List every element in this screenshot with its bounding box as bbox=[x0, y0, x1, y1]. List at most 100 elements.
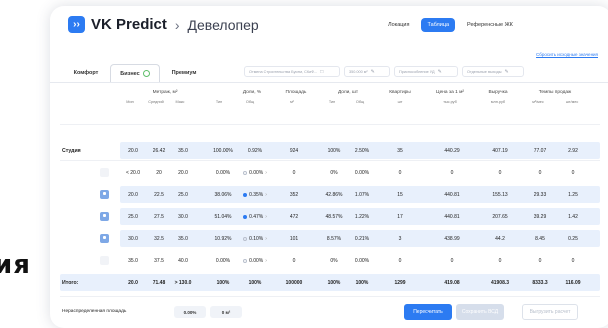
filter-field[interactable]: 350.000 м² ✎ bbox=[344, 66, 390, 77]
table-cell: 26.42 bbox=[148, 142, 170, 159]
table-cell: 30.0 bbox=[172, 208, 194, 225]
radio-icon[interactable] bbox=[243, 192, 248, 197]
save-button[interactable]: Сохранить ВСД bbox=[456, 304, 504, 320]
cell-value: 0 bbox=[292, 257, 296, 264]
cell-value: 30.0 bbox=[128, 235, 138, 242]
table-cell: 41908.3 bbox=[486, 274, 514, 291]
table-cell: 1299 bbox=[390, 274, 410, 291]
row-checkbox[interactable] bbox=[100, 212, 109, 221]
reset-defaults-link[interactable]: Сбросить исходные значения bbox=[536, 52, 598, 57]
cell-value: 924 bbox=[289, 147, 299, 154]
table-cell: 71.48 bbox=[148, 274, 170, 291]
filter-label: 350.000 м² bbox=[349, 69, 368, 74]
chevron-right-icon[interactable]: › bbox=[265, 170, 267, 176]
cell-value: 0 bbox=[571, 257, 575, 264]
table-cell: 0.00% bbox=[210, 164, 236, 181]
unallocated-area: 0 м² bbox=[210, 306, 242, 318]
view-switcher: Локация Таблица Референсные ЖК bbox=[382, 18, 519, 32]
view-tab-reference[interactable]: Референсные ЖК bbox=[461, 18, 519, 32]
table-cell: 0.00% › bbox=[240, 164, 270, 181]
column-group-header: Доли, шт bbox=[337, 90, 359, 95]
table-cell: 0.00% bbox=[350, 164, 374, 181]
table-cell: 438.99 bbox=[438, 230, 466, 247]
table-row[interactable]: 25.0 27.5 30.0 51.04% 0.47% › 472 48.57% 1.22% 17… bbox=[60, 208, 600, 225]
filter-field[interactable]: Отмена Строительства Бусем, СКиФ... □ bbox=[244, 66, 340, 77]
row-checkbox[interactable] bbox=[100, 190, 109, 199]
table-cell: 0 bbox=[528, 164, 552, 181]
tab-business[interactable]: Бизнес bbox=[110, 64, 160, 82]
cell-value: 20 bbox=[156, 169, 162, 176]
table-row[interactable]: < 20.0 20 20.0 0.00% 0.00% › 0 0% 0.00% 0 0 0 0 0 bbox=[60, 164, 600, 181]
cell-value: 0.00% bbox=[354, 257, 370, 264]
radio-icon[interactable] bbox=[243, 214, 248, 219]
export-button[interactable]: Выгрузить расчет bbox=[522, 304, 578, 320]
cell-value: 39.29 bbox=[533, 213, 547, 220]
table-row[interactable]: Студия 20.0 26.42 35.0 100.00% 0.92% 924 100% 2.… bbox=[60, 142, 600, 159]
radio-icon[interactable] bbox=[243, 236, 248, 241]
table-cell: 15 bbox=[390, 186, 410, 203]
column-group-header: Выручка bbox=[488, 90, 508, 95]
row-checkbox[interactable] bbox=[100, 234, 109, 243]
table-cell: 440.29 bbox=[438, 142, 466, 159]
table-cell: 0 bbox=[282, 252, 306, 269]
table-cell: 0.47% › bbox=[240, 208, 270, 225]
pencil-icon: ✎ bbox=[504, 68, 509, 75]
filter-field[interactable]: Отдельные выходы ✎ bbox=[462, 66, 524, 77]
cell-value: 26.42 bbox=[152, 147, 166, 154]
chevron-right-icon: › bbox=[174, 16, 180, 33]
table-cell: 0.92% bbox=[240, 142, 270, 159]
vk-predict-logo-icon: ›› bbox=[68, 16, 85, 33]
column-subheader: млн.руб bbox=[490, 100, 506, 104]
cell-value: 2.92 bbox=[568, 147, 578, 154]
divider bbox=[60, 124, 600, 125]
row-checkbox[interactable] bbox=[100, 168, 109, 177]
table-row[interactable]: 20.0 22.5 25.0 38.06% 0.35% › 352 42.86% 1.07% 15… bbox=[60, 186, 600, 203]
tab-premium[interactable]: Премиум bbox=[160, 64, 208, 81]
chevron-right-icon[interactable]: › bbox=[265, 214, 267, 220]
tab-label: Бизнес bbox=[120, 70, 140, 77]
table-cell: 100% bbox=[322, 274, 346, 291]
view-tab-table[interactable]: Таблица bbox=[421, 18, 456, 32]
cell-value: 44.2 bbox=[495, 235, 505, 242]
cell-value: 0.47% bbox=[249, 213, 264, 220]
cell-value: 100% bbox=[355, 279, 369, 286]
cell-value: 0% bbox=[330, 257, 338, 264]
cell-value: 0.00% bbox=[215, 257, 231, 264]
table-cell: 20 bbox=[148, 164, 170, 181]
breadcrumb-current: Девелопер bbox=[187, 16, 259, 33]
filter-field[interactable]: Приспособление УД ✎ bbox=[394, 66, 458, 77]
recalculate-button[interactable]: Пересчитать bbox=[404, 304, 452, 320]
tab-comfort[interactable]: Комфорт bbox=[62, 64, 110, 81]
cell-value: 17 bbox=[397, 213, 403, 220]
brand-name: VK Predict bbox=[91, 16, 167, 33]
cell-value: 27.5 bbox=[154, 213, 164, 220]
cell-value: 419.08 bbox=[444, 279, 460, 286]
tab-label: Премиум bbox=[171, 69, 197, 76]
table-cell: 0 bbox=[438, 252, 466, 269]
radio-icon[interactable] bbox=[243, 258, 248, 263]
parameter-filters: Отмена Строительства Бусем, СКиФ... □ 350… bbox=[244, 66, 524, 77]
cell-value: 0.21% bbox=[354, 235, 370, 242]
radio-icon[interactable] bbox=[243, 170, 248, 175]
cell-value: 100% bbox=[327, 147, 341, 154]
table-cell: 0 bbox=[282, 164, 306, 181]
column-subheader: шт/мес bbox=[565, 100, 579, 104]
table-cell: 101 bbox=[282, 230, 306, 247]
view-tab-location[interactable]: Локация bbox=[382, 18, 415, 32]
table-cell: 0 bbox=[528, 252, 552, 269]
cell-value: 100000 bbox=[285, 279, 303, 286]
table-cell: 42.86% bbox=[322, 186, 346, 203]
cell-value: 30.0 bbox=[178, 213, 188, 220]
cell-value: 71.48 bbox=[152, 279, 166, 286]
table-cell: 25.0 bbox=[122, 208, 144, 225]
chevron-right-icon[interactable]: › bbox=[265, 236, 267, 242]
cell-value: 0.35% bbox=[249, 191, 264, 198]
chevron-right-icon[interactable]: › bbox=[265, 258, 267, 264]
total-label: Итого: bbox=[62, 279, 79, 286]
cell-value: 100.00% bbox=[213, 147, 233, 154]
row-checkbox[interactable] bbox=[100, 256, 109, 265]
table-cell: 100% bbox=[240, 274, 270, 291]
chevron-right-icon[interactable]: › bbox=[265, 192, 267, 198]
table-row[interactable]: 35.0 37.5 40.0 0.00% 0.00% › 0 0% 0.00% 0 0 0 0 0 bbox=[60, 252, 600, 269]
table-row[interactable]: 30.0 32.5 35.0 10.92% 0.10% › 101 8.57% 0.21% 3 43… bbox=[60, 230, 600, 247]
